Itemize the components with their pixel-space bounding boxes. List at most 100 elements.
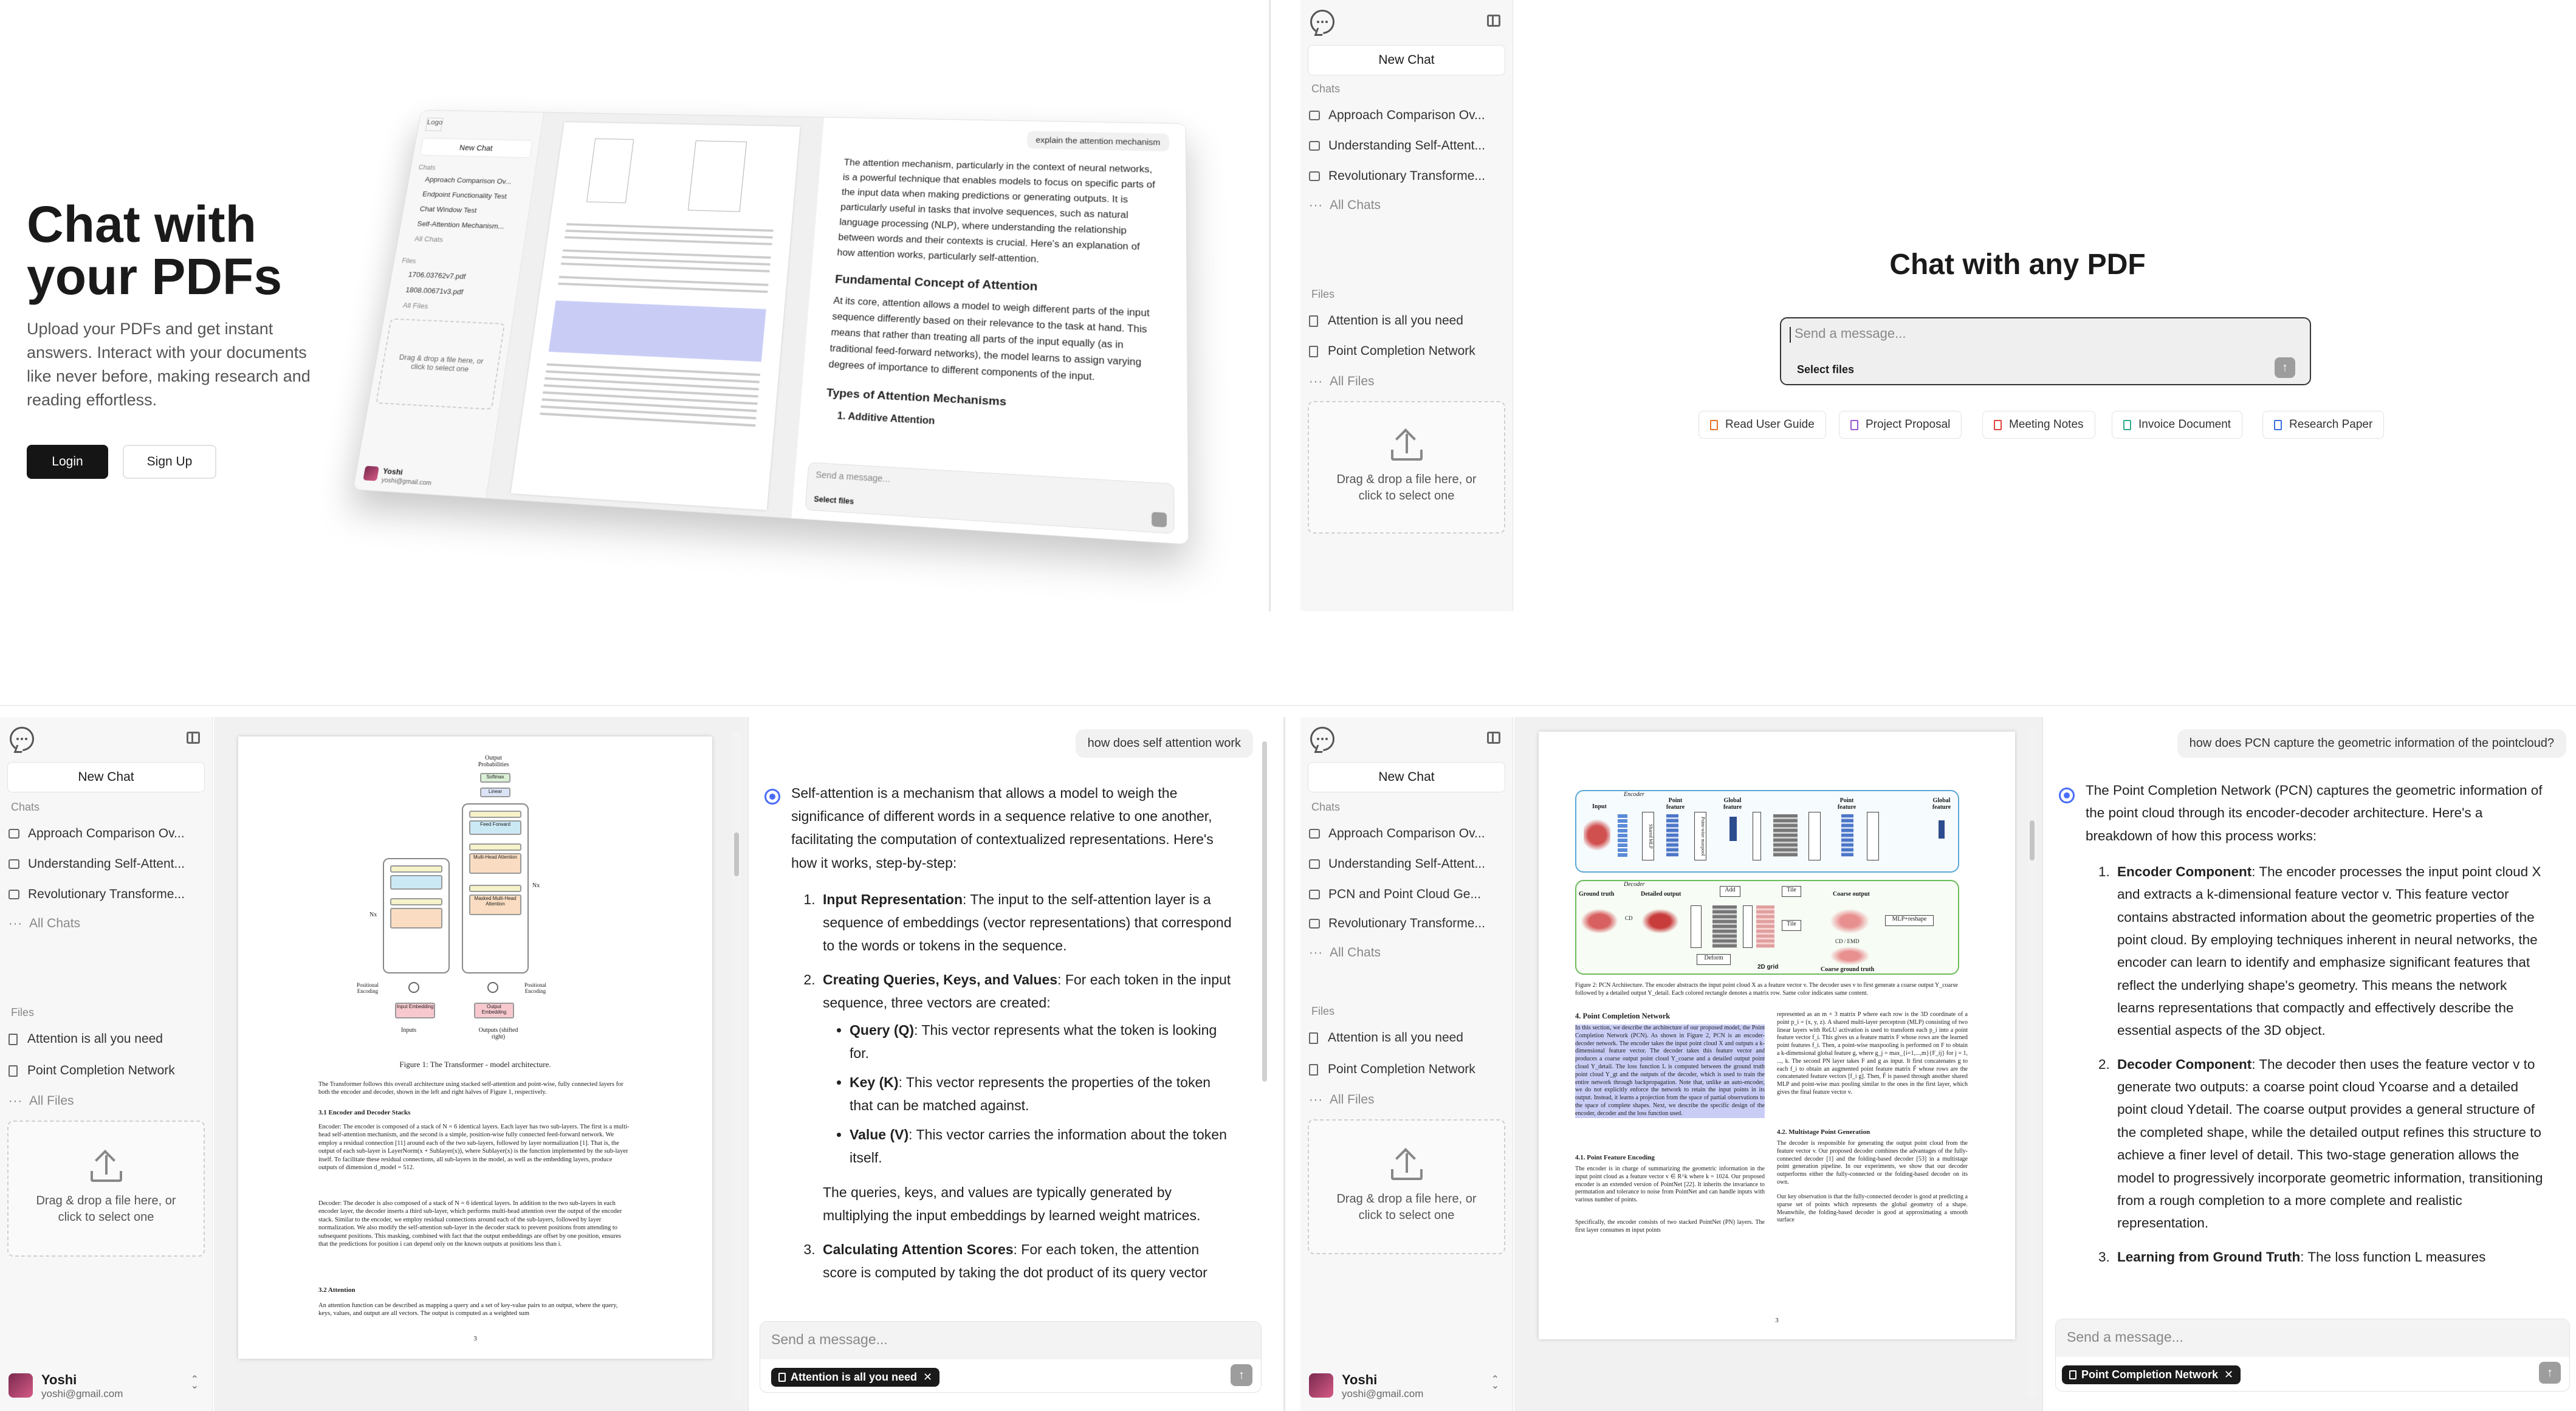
file-icon [9,1033,18,1045]
sidebar-toggle-icon[interactable] [1487,732,1500,744]
user-profile[interactable]: Yoshi yoshi@gmail.com ⌃ ⌄ [1309,1368,1505,1402]
file-item-label: Attention is all you need [1328,1031,1463,1045]
preview-file-item[interactable]: 1706.03762v7.pdf [408,270,467,281]
send-button[interactable]: ↑ [1231,1364,1252,1386]
attached-file-chip[interactable]: Point Completion Network ✕ [2062,1365,2241,1384]
sidebar-file-item[interactable]: Point Completion Network [9,1057,205,1084]
sidebar-chat-item[interactable]: Approach Comparison Ov... [9,820,205,847]
pdf-scrollbar[interactable] [732,732,741,1400]
sidebar-chat-item[interactable]: PCN and Point Cloud Ge... [1309,881,1505,908]
preview-select-files[interactable]: Select files [814,495,854,506]
preview-send-button[interactable] [1152,512,1167,527]
avatar [9,1373,33,1398]
message-composer[interactable]: Send a message... Point Completion Netwo… [2055,1319,2570,1392]
all-files-link[interactable]: ··· All Files [1309,368,1505,395]
file-dropzone[interactable]: Drag & drop a file here, or click to sel… [1308,401,1505,534]
chat-icon [1309,890,1320,899]
sidebar-chat-item[interactable]: Understanding Self-Attent... [1309,132,1505,159]
vertical-divider [1269,0,1271,611]
diagram-decoder-ff: Feed Forward [469,820,521,835]
all-files-link[interactable]: ··· All Files [9,1088,205,1114]
sidebar-toggle-icon[interactable] [187,732,200,744]
file-icon [1309,315,1318,327]
suggestion-research-paper[interactable]: Research Paper [2262,411,2385,439]
sidebar-chat-item[interactable]: Revolutionary Transforme... [9,881,205,908]
sidebar-chat-item[interactable]: Approach Comparison Ov... [1309,820,1505,847]
preview-composer[interactable]: Send a message... Select files [805,462,1175,534]
new-chat-button[interactable]: New Chat [7,762,205,792]
suggestion-meeting-notes[interactable]: Meeting Notes [1982,411,2095,439]
pdf-viewer[interactable]: Output Probabilities Softmax Linear Feed… [214,717,749,1411]
preview-chat-item[interactable]: Self-Attention Mechanism... [417,219,505,230]
sidebar-chat-item[interactable]: Understanding Self-Attent... [9,851,205,877]
sidebar-chat-item[interactable]: Revolutionary Transforme... [1309,163,1505,190]
message-placeholder: Send a message... [771,1331,888,1347]
remove-chip-icon[interactable]: ✕ [923,1371,932,1384]
pdf-section-heading: 3.1 Encoder and Decoder Stacks [318,1109,411,1116]
sidebar-file-item[interactable]: Point Completion Network [1309,1056,1505,1083]
login-button[interactable]: Login [27,445,108,479]
preview-new-chat-button[interactable]: New Chat [419,137,533,158]
pdf-scroll-thumb[interactable] [2030,820,2035,860]
sidebar-file-item[interactable]: Point Completion Network [1309,338,1505,365]
preview-chat-item[interactable]: Endpoint Functionality Test [422,190,507,201]
sidebar-chat-item[interactable]: Approach Comparison Ov... [1309,102,1505,129]
signup-button[interactable]: Sign Up [123,445,216,479]
preview-chat-item[interactable]: Chat Window Test [419,205,478,215]
new-chat-button[interactable]: New Chat [1308,762,1505,792]
chevron-up-down-icon: ⌃ ⌄ [190,1375,199,1391]
preview-chat-item[interactable]: Approach Comparison Ov... [424,176,512,186]
all-chats-link[interactable]: ··· All Chats [1309,192,1505,219]
chat-item-label: Understanding Self-Attent... [1328,857,1485,871]
pdf-page-number: 3 [1775,1317,1779,1324]
user-profile[interactable]: Yoshi yoshi@gmail.com ⌃ ⌄ [9,1368,205,1402]
add-box: Add [1720,886,1740,897]
chat-logo-icon[interactable] [1310,10,1334,34]
file-dropzone[interactable]: Drag & drop a file here, or click to sel… [1308,1119,1505,1254]
preview-dropzone[interactable]: Drag & drop a file here, or click to sel… [375,318,506,410]
sidebar-chat-item[interactable]: Revolutionary Transforme... [1309,910,1505,937]
new-chat-button[interactable]: New Chat [1308,45,1505,75]
chat-logo-icon[interactable] [1310,727,1334,751]
pdf-section-heading: 4. Point Completion Network [1575,1012,1671,1020]
sidebar-file-item[interactable]: Attention is all you need [1309,307,1505,334]
file-dropzone[interactable]: Drag & drop a file here, or click to sel… [7,1121,205,1257]
sidebar-toggle-icon[interactable] [1487,15,1500,27]
message-composer[interactable]: Send a message... Select files ↑ [1780,317,2311,385]
send-button[interactable]: ↑ [2275,357,2295,378]
file-item-label: Point Completion Network [1328,344,1475,358]
pdf-scrollbar[interactable] [2028,729,2036,1398]
add-label: Add [1725,887,1736,893]
all-chats-link[interactable]: ··· All Chats [1309,939,1505,966]
pdf-viewer[interactable]: Encoder Input Shared MLP Point feature P… [1514,717,2043,1411]
chat-item-label: Approach Comparison Ov... [1328,108,1485,122]
sidebar-file-item[interactable]: Attention is all you need [1309,1025,1505,1051]
all-chats-link[interactable]: ··· All Chats [9,910,205,937]
suggestion-read-user-guide[interactable]: Read User Guide [1698,411,1826,439]
step-title: Calculating Attention Scores [823,1241,1014,1257]
diagram-out-emb-label: Output Embedding [481,1004,507,1015]
remove-chip-icon[interactable]: ✕ [2224,1368,2233,1381]
preview-all-chats[interactable]: All Chats [414,235,444,244]
attached-file-chip[interactable]: Attention is all you need ✕ [771,1368,940,1387]
diagram-encoder-mha [390,908,442,929]
pdf-paragraph: An attention function can be described a… [318,1302,618,1317]
empty-chat-title: Chat with any PDF [1889,249,2146,281]
message-composer[interactable]: Send a message... Attention is all you n… [760,1321,1262,1393]
chat-logo-icon[interactable] [10,727,34,751]
pdf-scroll-thumb[interactable] [734,833,739,876]
suggestion-project-proposal[interactable]: Project Proposal [1839,411,1962,439]
select-files-button[interactable]: Select files [1797,363,1854,376]
send-button[interactable]: ↑ [2539,1362,2561,1384]
suggestion-invoice-document[interactable]: Invoice Document [2112,411,2243,439]
more-dots-icon: ··· [1309,374,1323,388]
preview-all-files[interactable]: All Files [402,301,429,310]
sidebar-file-item[interactable]: Attention is all you need [9,1026,205,1052]
preview-file-item[interactable]: 1808.00671v3.pdf [405,286,464,296]
all-files-label: All Files [1330,1093,1375,1107]
chat-scrollbar[interactable] [1260,741,1269,1094]
sidebar-chat-item[interactable]: Understanding Self-Attent... [1309,851,1505,877]
tile-box: Tile [1782,886,1801,897]
all-files-link[interactable]: ··· All Files [1309,1087,1505,1113]
chat-scroll-thumb[interactable] [1262,741,1267,1082]
